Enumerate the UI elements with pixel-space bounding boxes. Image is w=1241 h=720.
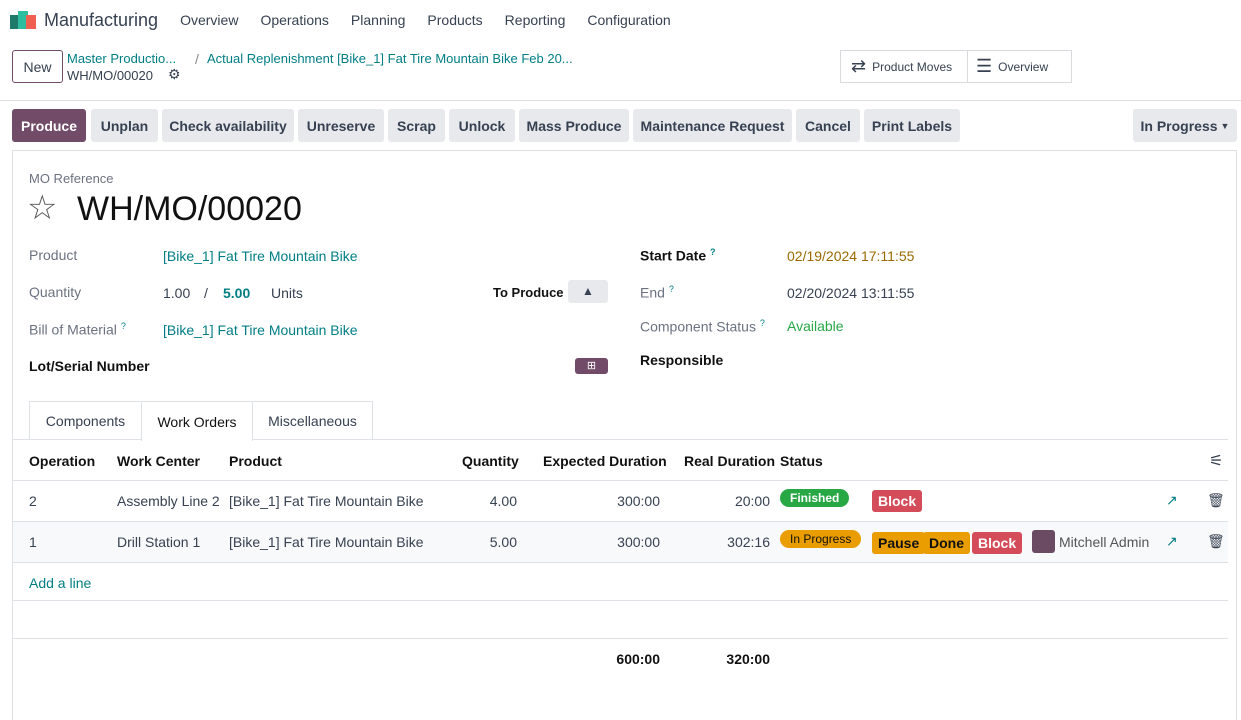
tab-components[interactable]: Components [29,401,142,440]
open-external-icon[interactable]: ↗ [1166,492,1178,509]
block-button[interactable]: Block [972,532,1023,554]
cancel-button[interactable]: Cancel [796,109,860,142]
divider [0,100,1241,101]
new-button[interactable]: New [12,50,63,83]
breadcrumb-master[interactable]: Master Productio... [67,51,176,66]
breadcrumb-separator: / [195,51,199,67]
cell-operation: 2 [29,493,37,509]
star-icon[interactable]: ☆ [27,188,57,228]
to-produce-label: To Produce [493,285,564,300]
start-date[interactable]: 02/19/2024 17:11:55 [787,248,914,264]
print-labels-button[interactable]: Print Labels [864,109,960,142]
menu-operations[interactable]: Operations [260,12,328,28]
trash-icon[interactable]: 🗑 [1207,533,1225,550]
unreserve-button[interactable]: Unreserve [298,109,384,142]
end-date[interactable]: 02/20/2024 13:11:55 [787,285,914,301]
quantity-label: Quantity [29,284,82,300]
user-name[interactable]: Mitchell Admin [1059,534,1149,550]
mass-produce-button[interactable]: Mass Produce [519,109,629,142]
add-line-link[interactable]: Add a line [29,575,91,591]
col-expected-duration[interactable]: Expected Duration [543,453,667,469]
end-label: End ? [640,284,674,301]
cell-product: [Bike_1] Fat Tire Mountain Bike [229,534,424,550]
col-operation[interactable]: Operation [29,453,95,469]
col-real-duration[interactable]: Real Duration [684,453,775,469]
status-badge: In Progress [780,530,862,548]
cell-work-center: Assembly Line 2 [117,493,220,509]
quantity-total[interactable]: 5.00 [223,285,250,301]
component-status-label: Component Status ? [640,318,765,335]
cell-expected: 300:00 [617,534,660,550]
status-badge: Finished [780,489,850,507]
scrap-button[interactable]: Scrap [388,109,445,142]
menu-reporting[interactable]: Reporting [505,12,566,28]
quantity-slash: / [204,285,208,301]
cell-quantity: 4.00 [489,493,517,509]
tab-miscellaneous[interactable]: Miscellaneous [252,401,373,440]
bom-field[interactable]: [Bike_1] Fat Tire Mountain Bike [163,322,358,338]
check-availability-button[interactable]: Check availability [162,109,294,142]
maintenance-request-button[interactable]: Maintenance Request [633,109,792,142]
done-button[interactable]: Done [923,532,970,554]
status-dropdown[interactable]: In Progress ▼ [1133,109,1237,142]
gear-icon[interactable]: ⚙ [168,66,181,83]
mo-reference-label: MO Reference [29,171,114,186]
add-lot-button[interactable]: ⊞ [575,358,608,374]
menu-overview[interactable]: Overview [180,12,238,28]
overview-button[interactable]: ☰ Overview [968,51,1071,82]
bom-label: Bill of Material ? [29,321,126,338]
unplan-button[interactable]: Unplan [91,109,158,142]
col-status[interactable]: Status [780,453,823,469]
cell-product: [Bike_1] Fat Tire Mountain Bike [229,493,424,509]
divider [13,562,1228,563]
product-moves-button[interactable]: ⇄ Product Moves [841,51,968,82]
col-quantity[interactable]: Quantity [462,453,519,469]
quantity-produced[interactable]: 1.00 [163,285,190,301]
app-name[interactable]: Manufacturing [44,10,158,31]
col-product[interactable]: Product [229,453,282,469]
responsible-label: Responsible [640,352,724,368]
cell-real: 20:00 [734,493,770,509]
divider [13,638,1228,639]
total-expected: 600:00 [616,651,660,667]
optional-columns-icon[interactable]: ⚟ [1209,451,1223,471]
caret-down-icon: ▼ [1220,120,1230,131]
total-real: 320:00 [726,651,770,667]
app-logo-icon [10,11,36,29]
start-date-label: Start Date ? [640,247,716,264]
block-button[interactable]: Block [872,490,923,512]
mo-reference: WH/MO/00020 [77,190,302,228]
product-field[interactable]: [Bike_1] Fat Tire Mountain Bike [163,248,358,264]
top-nav: Manufacturing Overview Operations Planni… [0,0,1241,40]
lot-label: Lot/Serial Number [29,358,150,374]
breadcrumb-current: WH/MO/00020 [67,68,153,83]
forecast-chart-button[interactable]: ▲ [568,280,608,303]
avatar [1032,530,1055,553]
smart-buttons: ⇄ Product Moves ☰ Overview [840,50,1072,83]
product-label: Product [29,247,78,263]
cell-quantity: 5.00 [489,534,517,550]
cell-work-center: Drill Station 1 [117,534,201,550]
col-work-center[interactable]: Work Center [117,453,200,469]
menu-bars-icon: ☰ [976,56,993,76]
tab-work-orders[interactable]: Work Orders [141,401,253,441]
pause-button[interactable]: Pause [872,532,926,554]
divider [13,480,1228,481]
menu-planning[interactable]: Planning [351,12,406,28]
cell-real: 302:16 [727,534,770,550]
component-status: Available [787,318,844,334]
trash-icon[interactable]: 🗑 [1207,492,1225,509]
unlock-button[interactable]: Unlock [449,109,515,142]
transfer-icon: ⇄ [851,56,867,76]
uom: Units [271,285,303,301]
open-external-icon[interactable]: ↗ [1166,533,1178,550]
divider [13,600,1228,601]
cell-operation: 1 [29,534,37,550]
cell-expected: 300:00 [617,493,660,509]
menu-products[interactable]: Products [427,12,482,28]
menu-configuration[interactable]: Configuration [587,12,670,28]
produce-button[interactable]: Produce [12,109,86,142]
breadcrumb-replenishment[interactable]: Actual Replenishment [Bike_1] Fat Tire M… [207,51,573,66]
